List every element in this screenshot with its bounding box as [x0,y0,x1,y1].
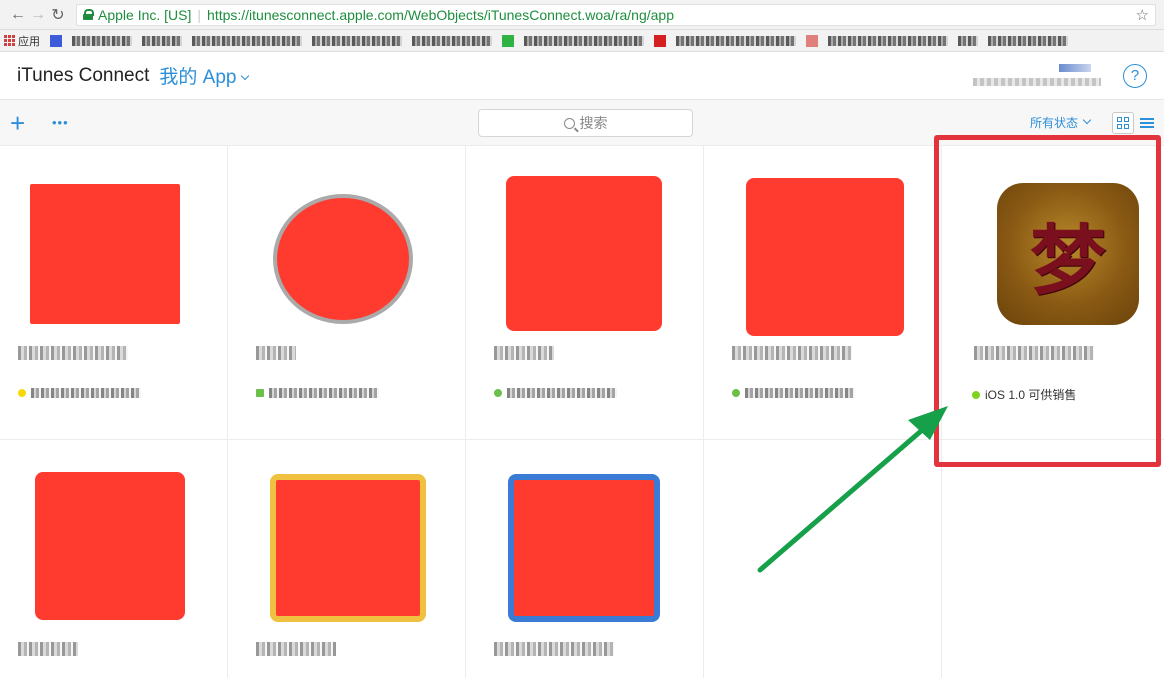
apps-toolbar: + ••• 搜索 所有状态 [0,100,1164,146]
status-dot-icon [18,389,26,397]
redacted-app-name [18,346,128,360]
search-icon [563,117,575,129]
redacted-app-name [18,642,78,656]
redacted-app-name [974,346,1094,360]
bookmark-item[interactable] [142,35,182,46]
app-tile[interactable] [704,146,942,440]
redacted-app-name [256,642,336,656]
bookmark-item[interactable] [312,35,402,46]
bookmark-favicon [50,34,62,47]
bookmark-item[interactable] [988,35,1068,46]
redacted-app-icon [273,194,413,324]
chevron-down-icon [1082,115,1092,125]
redacted-app-name [256,346,296,360]
reload-button[interactable]: ↻ [48,5,68,25]
help-icon[interactable]: ? [1123,63,1147,88]
address-separator: | [197,6,202,23]
grid-view-icon[interactable] [1112,111,1134,134]
app-status [732,386,855,400]
bookmark-favicon [806,34,818,47]
add-app-button[interactable]: + [10,110,32,136]
list-view-icon[interactable] [1140,117,1154,128]
forward-button[interactable]: → [28,6,48,24]
app-status-text: 可供销售 [1028,388,1077,402]
apps-grid-icon [4,35,15,46]
app-status [256,386,379,400]
bookmarks-bar: 应用 [0,30,1164,52]
url-path: /WebObjects/iTunesConnect.woa/ra/ng/app [403,6,674,23]
app-tile[interactable] [466,146,704,440]
redacted-app-icon [506,176,662,331]
app-icon-glyph: 梦 [1030,216,1106,305]
empty-tile [704,440,942,678]
app-tile[interactable] [0,146,228,440]
lock-icon [83,9,94,20]
app-platform: iOS [985,387,1006,402]
bookmark-item[interactable] [676,35,796,46]
app-tile[interactable] [0,440,228,678]
app-tile-highlighted[interactable]: 梦 iOS 1.0 可供销售 [942,146,1164,440]
bookmark-item[interactable] [524,35,644,46]
back-button[interactable]: ← [8,6,28,24]
bookmark-item[interactable] [192,35,302,46]
app-grid: 梦 iOS 1.0 可供销售 [0,146,1164,678]
status-dot-icon [732,389,740,397]
app-icon: 梦 [997,183,1139,325]
status-dot-icon [494,389,502,397]
app-status [494,386,617,400]
redacted-app-icon [30,184,180,324]
redacted-app-icon [270,474,426,622]
status-filter-label: 所有状态 [1029,116,1078,130]
bookmark-favicon [654,34,666,47]
my-apps-menu[interactable]: 我的 App [159,62,250,89]
my-apps-label: 我的 App [159,67,237,88]
page-title: iTunes Connect [17,64,150,86]
app-version: 1.0 [1008,387,1026,402]
status-dot-icon [256,389,264,397]
app-status [18,386,141,400]
app-tile[interactable] [228,440,466,678]
site-identity: Apple Inc. [US] [98,6,192,23]
apps-label: 应用 [18,35,40,48]
app-tile[interactable] [466,440,704,678]
bookmark-item[interactable] [828,35,948,46]
bookmark-item[interactable] [412,35,492,46]
bookmark-item[interactable] [72,35,132,46]
apps-shortcut[interactable]: 应用 [4,33,40,49]
redacted-app-name [494,346,554,360]
status-dot-icon [972,390,980,399]
app-status: iOS 1.0 可供销售 [972,386,1076,403]
bookmark-star-icon[interactable]: ☆ [1136,6,1149,24]
chevron-down-icon [241,71,250,81]
redacted-app-icon [35,472,185,620]
url-host: https://itunesconnect.apple.com [207,6,404,23]
redacted-app-name [494,642,614,656]
app-tile[interactable] [228,146,466,440]
address-bar[interactable]: Apple Inc. [US] | https://itunesconnect.… [76,3,1156,26]
bookmark-favicon [502,34,514,47]
browser-toolbar: ← → ↻ Apple Inc. [US] | https://itunesco… [0,0,1164,30]
user-account[interactable] [971,61,1101,91]
bookmark-item[interactable] [958,35,978,46]
app-header: iTunes Connect 我的 App ? [0,52,1164,100]
more-options-button[interactable]: ••• [52,115,69,130]
redacted-app-name [732,346,852,360]
redacted-app-icon [508,474,660,622]
search-input[interactable]: 搜索 [478,109,693,137]
redacted-app-icon [746,178,904,336]
status-filter-dropdown[interactable]: 所有状态 [1029,114,1092,131]
search-placeholder: 搜索 [579,115,608,131]
